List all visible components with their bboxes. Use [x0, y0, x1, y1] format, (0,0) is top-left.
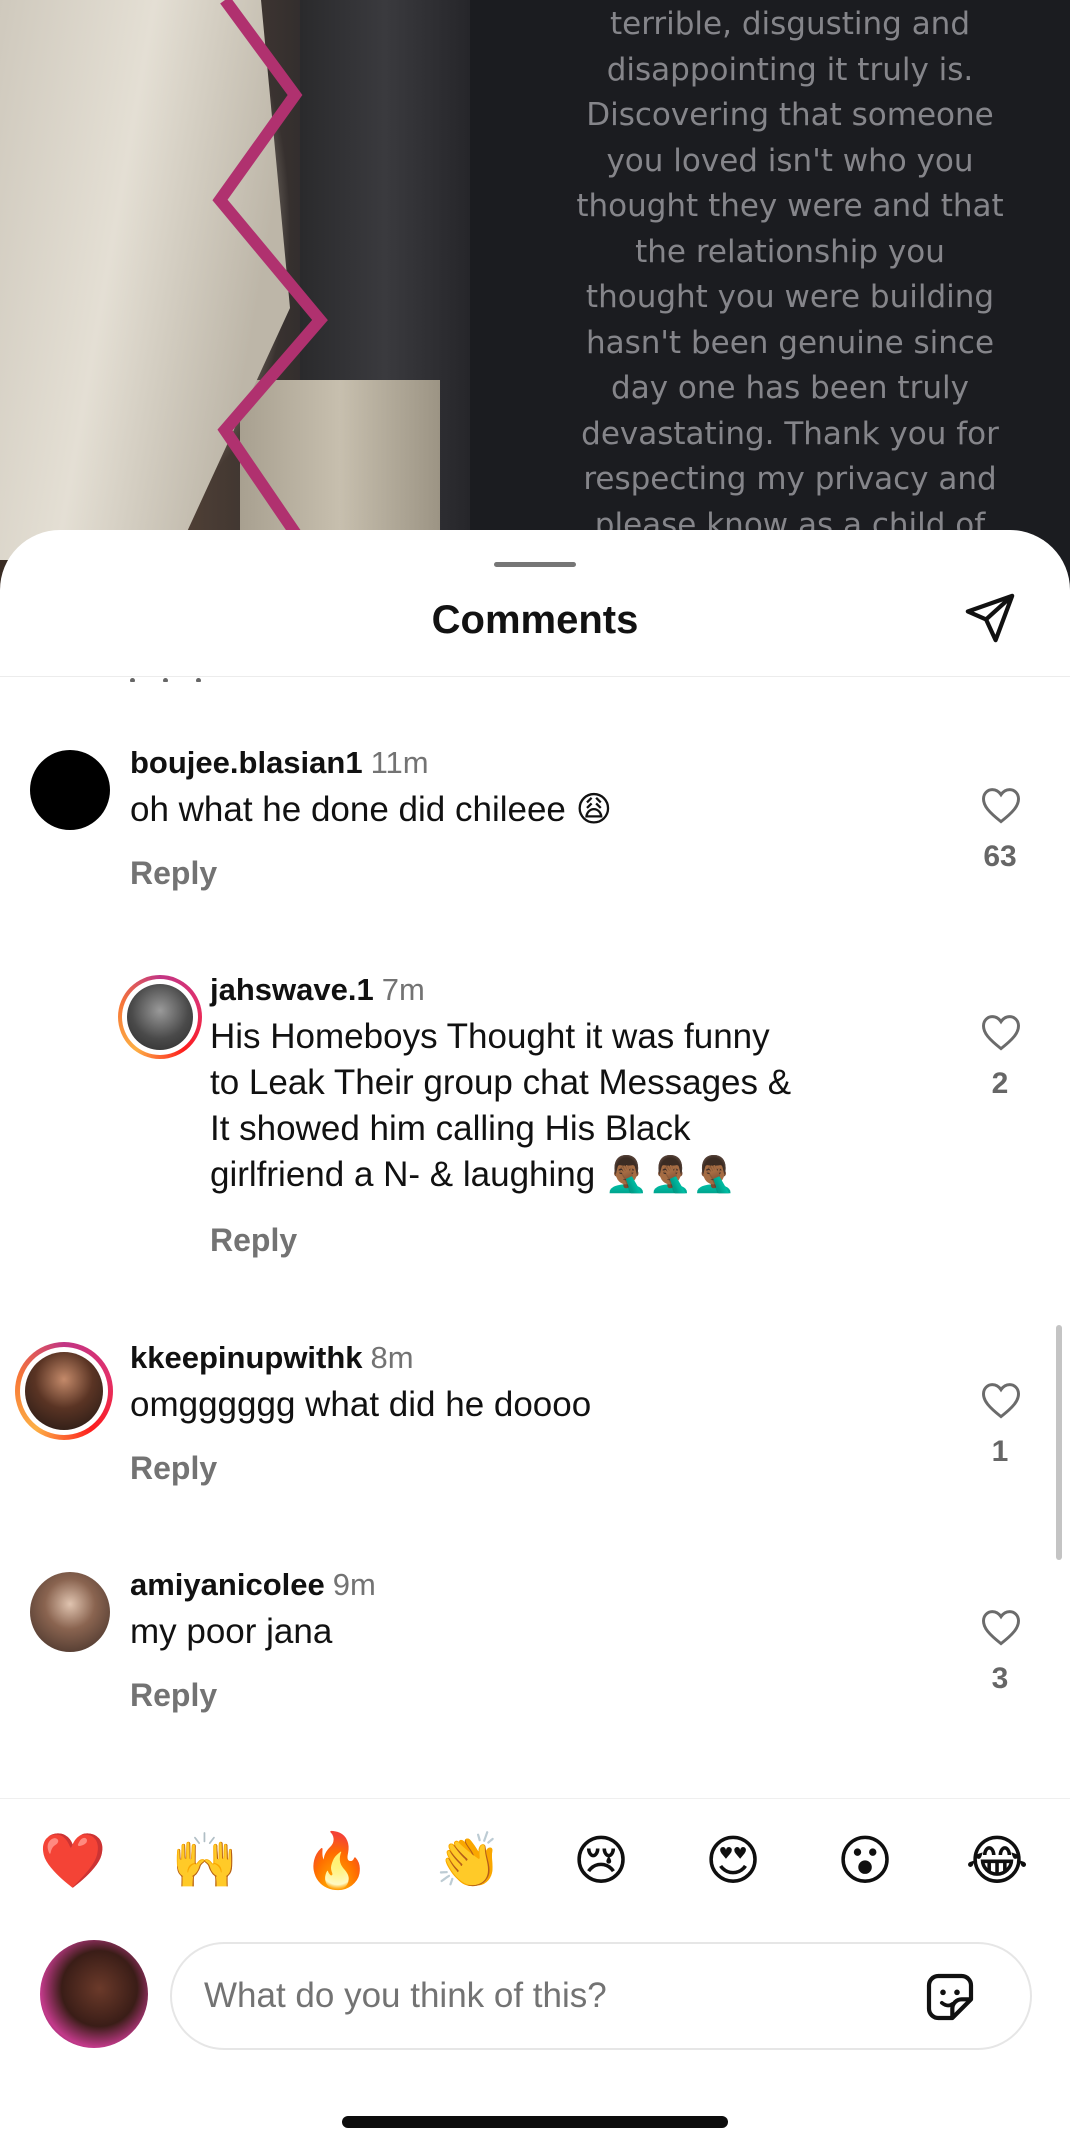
- heart-icon[interactable]: [980, 785, 1022, 825]
- quick-reactions-bar: ❤️ 🙌 🔥 👏 😢 😍 😮 😂: [0, 1826, 1070, 1896]
- reaction-clapping[interactable]: 👏: [434, 1826, 504, 1896]
- composer-divider: [0, 1798, 1070, 1799]
- reply-button[interactable]: Reply: [130, 855, 217, 892]
- post-photo: [0, 0, 470, 600]
- comment-time: 8m: [370, 1340, 414, 1375]
- caption-line: you loved isn't who you: [606, 142, 974, 179]
- like-count: 2: [991, 1067, 1009, 1100]
- torn-edge-decoration: [212, 0, 328, 600]
- current-user-avatar[interactable]: [40, 1940, 148, 2048]
- reply-button[interactable]: Reply: [210, 1222, 297, 1259]
- comment-username[interactable]: jahswave.1 7m: [210, 972, 425, 1008]
- comment-text: omgggggg what did he doooo: [130, 1385, 592, 1424]
- caption-line: Discovering that someone: [586, 97, 994, 133]
- comments-sheet: Comments boujee.blasian1 11m oh what he d…: [0, 530, 1070, 2135]
- caption-line: hasn't been genuine since: [585, 324, 995, 361]
- paper-plane-icon[interactable]: [962, 590, 1018, 646]
- comment-text: my poor jana: [130, 1612, 333, 1651]
- comment-input[interactable]: [202, 1964, 906, 2028]
- username-text[interactable]: amiyanicolee: [130, 1567, 325, 1602]
- comment-text-line: girlfriend a N- & laughing 🤦🏾‍♂️🤦🏾‍♂️🤦🏾‍…: [210, 1155, 736, 1194]
- heart-icon[interactable]: [980, 1607, 1022, 1647]
- comment-time: 7m: [381, 972, 425, 1007]
- reaction-heart-eyes[interactable]: 😍: [698, 1826, 768, 1896]
- username-text[interactable]: boujee.blasian1: [130, 745, 363, 780]
- caption-line: disappointing it truly is.: [606, 51, 974, 88]
- reaction-laughing[interactable]: 😂: [962, 1826, 1032, 1896]
- caption-line: terrible, disgusting and: [609, 6, 971, 42]
- like-count: 63: [983, 840, 1017, 873]
- caption-line: the relationship you: [635, 233, 945, 270]
- reply-button[interactable]: Reply: [130, 1677, 217, 1714]
- home-indicator[interactable]: [342, 2116, 728, 2128]
- heart-icon[interactable]: [980, 1380, 1022, 1420]
- comment-text-line: to Leak Their group chat Messages &: [210, 1063, 792, 1102]
- heart-icon[interactable]: [980, 1012, 1022, 1052]
- reaction-surprised[interactable]: 😮: [830, 1826, 900, 1896]
- comment-text: oh what he done did chileee 😩: [130, 790, 613, 829]
- sheet-title: Comments: [431, 598, 639, 642]
- comment-input-container: [170, 1942, 1032, 2050]
- caption-line: devastating. Thank you for: [581, 415, 999, 452]
- scrollbar[interactable]: [1056, 1325, 1062, 1560]
- caption-line: thought they were and that: [576, 188, 1004, 224]
- like-count: 1: [991, 1435, 1009, 1468]
- sticker-icon[interactable]: [922, 1969, 978, 2025]
- caption-line: day one has been truly: [611, 370, 969, 406]
- story-ring-avatar[interactable]: [25, 1352, 103, 1430]
- post-background: terrible, disgusting and disappointing it…: [0, 0, 1070, 600]
- black-circle-avatar[interactable]: [30, 750, 110, 830]
- like-count: 3: [991, 1662, 1009, 1695]
- comment-username[interactable]: boujee.blasian1 11m: [130, 745, 429, 781]
- comment-text-line: It showed him calling His Black: [210, 1109, 691, 1148]
- sheet-grabber[interactable]: [494, 562, 576, 567]
- reply-button[interactable]: Reply: [130, 1450, 217, 1487]
- comment-time: 9m: [332, 1567, 376, 1602]
- story-ring-avatar[interactable]: [127, 984, 193, 1050]
- sheet-header-divider: [0, 676, 1070, 677]
- caption-line: thought you were building: [585, 279, 995, 315]
- username-text[interactable]: kkeepinupwithk: [130, 1340, 363, 1375]
- comment-text-line: His Homeboys Thought it was funny: [210, 1017, 770, 1056]
- reaction-raised-hands[interactable]: 🙌: [170, 1826, 240, 1896]
- comment-username[interactable]: amiyanicolee 9m: [130, 1567, 376, 1603]
- reaction-fire[interactable]: 🔥: [302, 1826, 372, 1896]
- comment-time: 11m: [370, 745, 429, 780]
- username-text[interactable]: jahswave.1: [210, 972, 374, 1007]
- reaction-crying[interactable]: 😢: [566, 1826, 636, 1896]
- reaction-heart[interactable]: ❤️: [38, 1826, 108, 1896]
- caption-line: respecting my privacy and: [583, 461, 997, 497]
- photo-avatar[interactable]: [30, 1572, 110, 1652]
- post-caption: terrible, disgusting and disappointing it…: [540, 0, 1040, 540]
- comment-username[interactable]: kkeepinupwithk 8m: [130, 1340, 414, 1376]
- comment-text: His Homeboys Thought it was funny to Lea…: [210, 1014, 950, 1198]
